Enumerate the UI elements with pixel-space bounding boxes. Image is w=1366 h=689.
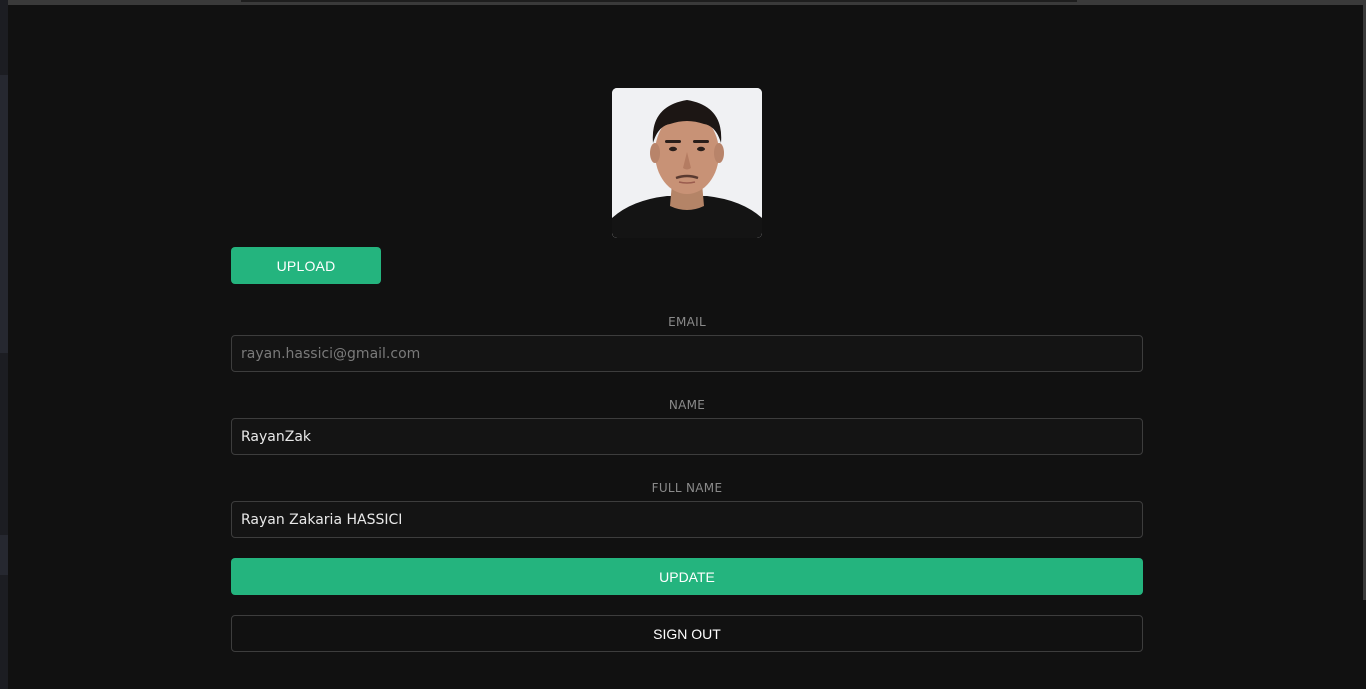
email-field[interactable] [231,335,1143,372]
email-label: EMAIL [668,315,706,329]
upload-button[interactable]: UPLOAD [231,247,381,284]
top-bar [8,0,1366,5]
update-button[interactable]: UPDATE [231,558,1143,595]
name-label: NAME [668,398,706,412]
background-strip [0,0,8,689]
avatar-image [612,88,762,238]
full-name-field[interactable] [231,501,1143,538]
name-field[interactable] [231,418,1143,455]
full-name-label: FULL NAME [651,481,723,495]
sign-out-button[interactable]: SIGN OUT [231,615,1143,652]
account-page: UPLOAD EMAIL NAME FULL NAME UPDATE SIGN … [0,0,1366,689]
avatar [612,88,762,238]
